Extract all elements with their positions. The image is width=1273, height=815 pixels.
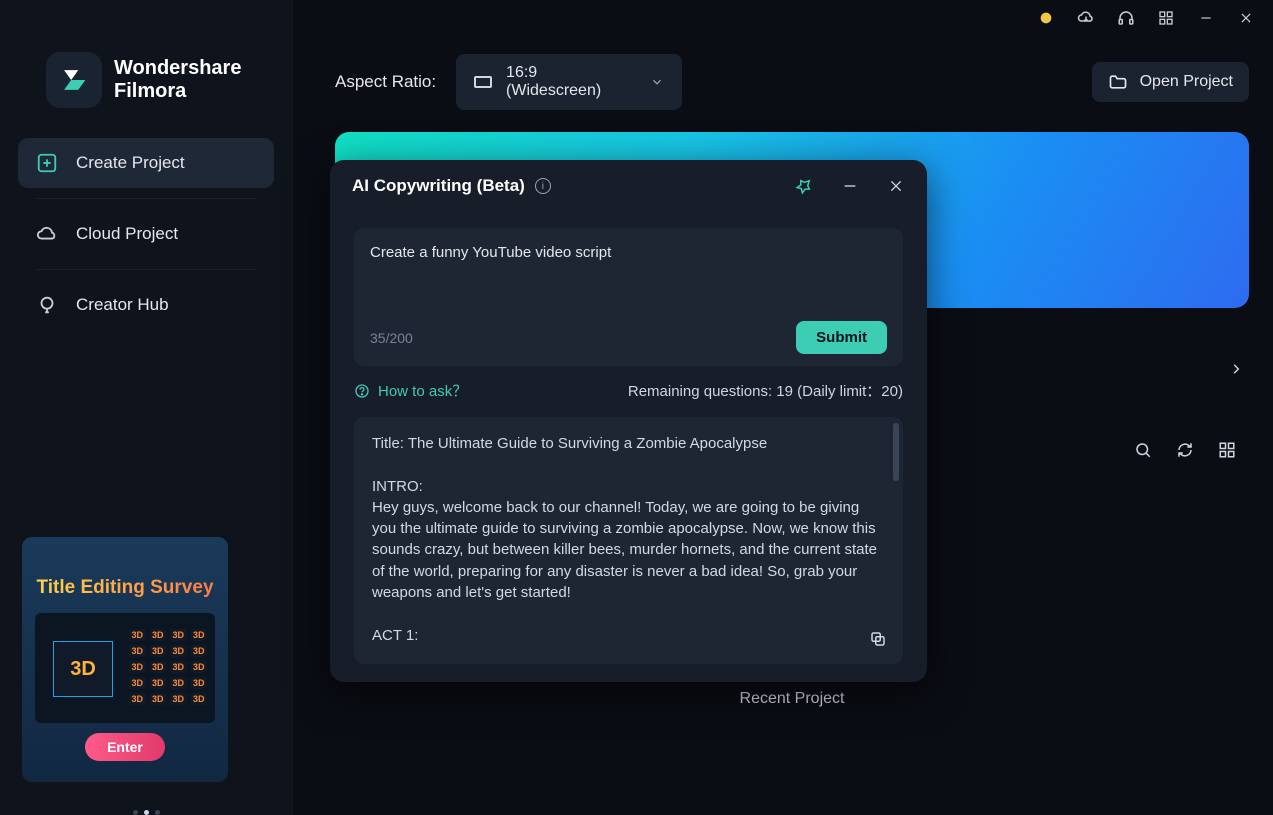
recent-project-label: Recent Project	[335, 690, 1249, 708]
aspect-ratio-label: Aspect Ratio:	[335, 72, 436, 92]
output-intro-label: INTRO:	[372, 476, 885, 497]
screen-icon	[474, 76, 492, 88]
sidebar-item-label: Creator Hub	[76, 295, 169, 315]
remaining-questions: Remaining questions: 19 (Daily limit：20)	[628, 380, 903, 401]
modal-title: AI Copywriting (Beta)	[352, 176, 525, 196]
output-intro-body: Hey guys, welcome back to our channel! T…	[372, 497, 885, 603]
apps-icon[interactable]	[1157, 9, 1175, 27]
survey-promo-card[interactable]: Title Editing Survey 3D 3D3D3D3D 3D3D3D3…	[22, 537, 228, 782]
ai-copywriting-modal: AI Copywriting (Beta) i Create a funny Y…	[330, 160, 927, 682]
help-row: How to ask？ Remaining questions: 19 (Dai…	[330, 366, 927, 411]
submit-button[interactable]: Submit	[796, 321, 887, 354]
plus-square-icon	[36, 152, 58, 174]
top-row: Aspect Ratio: 16:9 (Widescreen) Open Pro…	[335, 54, 1249, 110]
pin-icon[interactable]	[795, 177, 813, 195]
search-icon[interactable]	[1133, 440, 1153, 460]
cloud-download-icon[interactable]	[1077, 9, 1095, 27]
modal-header: AI Copywriting (Beta) i	[330, 160, 927, 206]
survey-3d-badge: 3D	[53, 641, 113, 697]
char-count: 35/200	[370, 330, 413, 346]
open-project-button[interactable]: Open Project	[1092, 62, 1249, 102]
scrollbar-thumb[interactable]	[893, 423, 899, 481]
cloud-icon	[36, 223, 58, 245]
divider	[36, 269, 256, 270]
divider	[36, 198, 256, 199]
copy-icon[interactable]	[869, 630, 889, 650]
aspect-ratio-select[interactable]: 16:9 (Widescreen)	[456, 54, 682, 110]
grid-view-icon[interactable]	[1217, 440, 1237, 460]
folder-icon	[1108, 72, 1128, 92]
survey-enter-button[interactable]: Enter	[85, 733, 165, 761]
prompt-text[interactable]: Create a funny YouTube video script	[370, 244, 887, 321]
sidebar-item-create-project[interactable]: Create Project	[18, 138, 274, 188]
modal-close-icon[interactable]	[887, 177, 905, 195]
sidebar-item-cloud-project[interactable]: Cloud Project	[18, 209, 274, 259]
sidebar: Wondershare Filmora Create Project Cloud…	[0, 0, 293, 815]
logo-line2: Filmora	[114, 80, 241, 103]
survey-thumbnail: 3D 3D3D3D3D 3D3D3D3D 3D3D3D3D 3D3D3D3D 3…	[35, 613, 215, 723]
output-title-line: Title: The Ultimate Guide to Surviving a…	[372, 433, 885, 454]
sidebar-item-label: Create Project	[76, 153, 185, 173]
carousel-dots[interactable]	[0, 810, 292, 815]
survey-grid: 3D3D3D3D 3D3D3D3D 3D3D3D3D 3D3D3D3D 3D3D…	[129, 629, 207, 705]
modal-minimize-icon[interactable]	[841, 177, 859, 195]
feature-next-button[interactable]	[1223, 345, 1249, 393]
prompt-input-box[interactable]: Create a funny YouTube video script 35/2…	[354, 228, 903, 366]
notification-icon[interactable]	[1037, 9, 1055, 27]
how-to-ask-link[interactable]: How to ask？	[354, 380, 467, 401]
open-project-label: Open Project	[1140, 73, 1233, 91]
minimize-icon[interactable]	[1197, 9, 1215, 27]
headset-icon[interactable]	[1117, 9, 1135, 27]
survey-title: Title Editing Survey	[36, 577, 213, 599]
how-to-ask-label: How to ask？	[378, 380, 467, 401]
output-act-label: ACT 1:	[372, 625, 885, 646]
bulb-icon	[36, 294, 58, 316]
output-box[interactable]: Title: The Ultimate Guide to Surviving a…	[354, 417, 903, 664]
sidebar-item-creator-hub[interactable]: Creator Hub	[18, 280, 274, 330]
question-icon	[354, 383, 370, 399]
close-icon[interactable]	[1237, 9, 1255, 27]
sidebar-item-label: Cloud Project	[76, 224, 178, 244]
chevron-down-icon	[650, 75, 664, 89]
filmora-logo-icon	[46, 52, 102, 108]
window-titlebar	[1037, 0, 1273, 36]
logo-line1: Wondershare	[114, 57, 241, 80]
info-icon[interactable]: i	[535, 178, 551, 194]
app-logo: Wondershare Filmora	[0, 12, 292, 138]
refresh-icon[interactable]	[1175, 440, 1195, 460]
aspect-ratio-value: 16:9 (Widescreen)	[506, 64, 636, 100]
sidebar-nav: Create Project Cloud Project Creator Hub	[0, 138, 292, 330]
